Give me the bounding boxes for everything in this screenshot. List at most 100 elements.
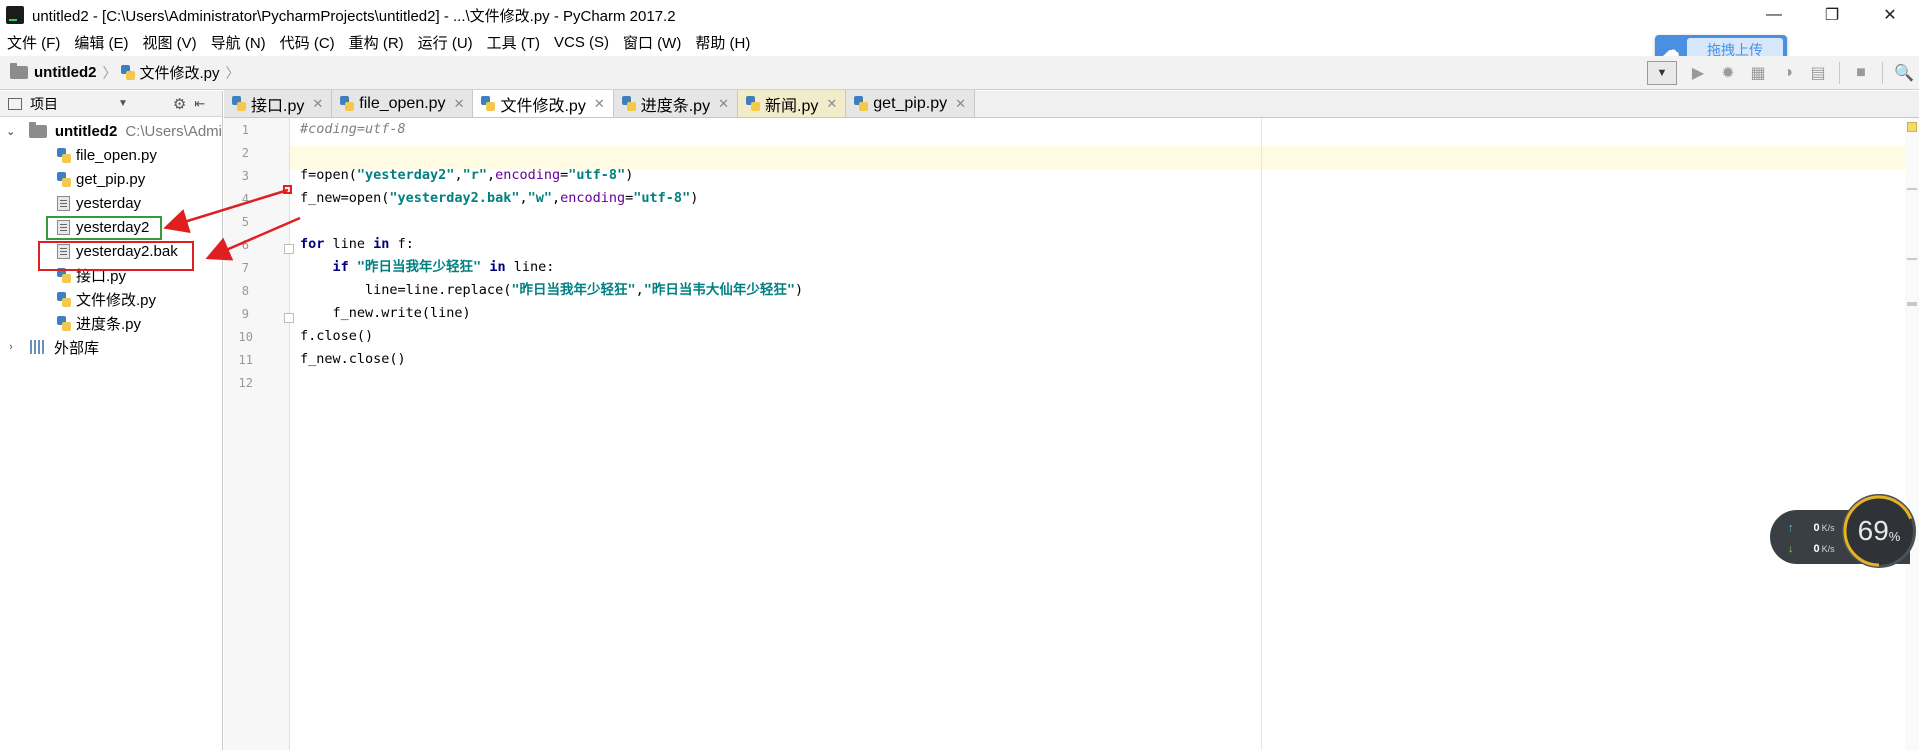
chevron-down-icon[interactable]: ▼ (118, 98, 128, 109)
close-icon[interactable]: ✕ (594, 96, 605, 112)
tab-label: 接口.py (251, 97, 305, 115)
tree-root-untitled2[interactable]: ⌄ untitled2 C:\Users\Admi (0, 119, 222, 143)
tab-file-open[interactable]: file_open.py ✕ (332, 90, 474, 117)
python-file-icon (340, 96, 355, 111)
close-button[interactable]: ✕ (1861, 0, 1919, 30)
stripe-marker[interactable] (1907, 258, 1917, 260)
search-button[interactable]: 🔍 (1889, 59, 1919, 87)
python-file-icon (120, 65, 135, 80)
profile-icon: ◑ (1783, 64, 1793, 81)
line-number: 9 (241, 307, 249, 321)
tree-item-wenjianxiugai[interactable]: 文件修改.py (0, 287, 222, 311)
coverage-button[interactable]: ▦ (1743, 59, 1773, 87)
tab-jiekou[interactable]: 接口.py ✕ (224, 90, 333, 117)
error-stripe[interactable] (1905, 118, 1919, 750)
menu-window[interactable]: 窗口 (W) (616, 32, 688, 53)
menu-view[interactable]: 视图 (V) (136, 32, 204, 53)
coverage-icon: ▦ (1750, 65, 1766, 82)
code-line-3: f=open("yesterday2","r",encoding="utf-8"… (300, 164, 633, 187)
menu-tools[interactable]: 工具 (T) (480, 32, 547, 53)
download-speed: ↓ 0 K/s (1788, 543, 1835, 555)
play-icon: ▶ (1691, 65, 1705, 82)
line-number: 7 (241, 261, 249, 275)
run-button[interactable]: ▶ (1683, 59, 1713, 87)
python-file-icon (621, 96, 636, 111)
arrow-down-icon: ↓ (1788, 543, 1794, 555)
code-text: f.close() (300, 328, 374, 344)
concurrency-button[interactable]: ▤ (1803, 59, 1833, 87)
menu-navigate[interactable]: 导航 (N) (204, 32, 273, 53)
stripe-marker[interactable] (1907, 304, 1917, 306)
tree-item-yesterday[interactable]: yesterday (0, 191, 222, 215)
line-number: 8 (241, 284, 249, 298)
menu-bar: 文件 (F) 编辑 (E) 视图 (V) 导航 (N) 代码 (C) 重构 (R… (0, 30, 1919, 55)
line-number: 4 (241, 192, 249, 206)
close-icon[interactable]: ✕ (454, 96, 465, 112)
code-text: f_new=open("yesterday2.bak","w",encoding… (300, 190, 699, 206)
minimize-button[interactable]: — (1745, 0, 1803, 30)
maximize-button[interactable]: ❐ (1803, 0, 1861, 30)
code-line-7: if "昨日当我年少轻狂" in line: (300, 256, 555, 279)
tab-label: 文件修改.py (500, 97, 586, 115)
tree-item-get-pip[interactable]: get_pip.py (0, 167, 222, 191)
code-text: f=open("yesterday2","r",encoding="utf-8"… (300, 167, 634, 183)
line-number: 2 (241, 146, 249, 160)
line-number: 5 (241, 215, 249, 229)
code-line-6: for line in f: (300, 233, 414, 256)
inspection-status-icon[interactable] (1907, 122, 1917, 132)
close-icon[interactable]: ✕ (955, 96, 966, 112)
menu-run[interactable]: 运行 (U) (411, 32, 480, 53)
toolbar-divider (1839, 62, 1840, 84)
stripe-marker[interactable] (1907, 188, 1917, 190)
code-text: #coding=utf-8 (300, 121, 406, 137)
stop-button[interactable]: ■ (1846, 59, 1876, 87)
gear-icon[interactable]: ⚙ (173, 95, 186, 113)
code-editor[interactable]: 1 2 3 4 5 6 7 8 9 10 11 12 #coding=utf-8… (224, 118, 1919, 750)
project-panel-title[interactable]: 项目 (30, 94, 58, 114)
python-file-icon (57, 315, 71, 331)
python-file-icon (57, 171, 71, 187)
tree-item-file-open[interactable]: file_open.py (0, 143, 222, 167)
right-margin-guide (1261, 118, 1262, 750)
tab-get-pip[interactable]: get_pip.py ✕ (846, 90, 976, 117)
stop-icon: ■ (1856, 64, 1866, 81)
menu-help[interactable]: 帮助 (H) (688, 32, 757, 53)
tab-wenjianxiugai[interactable]: 文件修改.py ✕ (473, 90, 614, 117)
breadcrumb-project[interactable]: untitled2 (34, 64, 97, 81)
debug-button[interactable]: ✹ (1713, 59, 1743, 87)
profile-button[interactable]: ◑ (1773, 59, 1803, 87)
tree-item-external-libs[interactable]: › 外部库 (0, 335, 222, 359)
chevron-right-icon[interactable]: › (4, 341, 18, 353)
search-icon: 🔍 (1894, 65, 1914, 82)
download-speed-value: 0 (1813, 543, 1820, 555)
menu-edit[interactable]: 编辑 (E) (67, 32, 135, 53)
tab-jindutiao[interactable]: 进度条.py ✕ (613, 90, 738, 117)
fold-marker-icon[interactable] (284, 244, 294, 254)
chevron-down-icon[interactable]: ⌄ (4, 125, 17, 138)
tree-item-label: 文件修改.py (76, 291, 157, 309)
tab-label: get_pip.py (873, 94, 948, 112)
highlight-box-green (46, 216, 162, 240)
pycharm-logo-icon (6, 6, 24, 24)
breadcrumb-file[interactable]: 文件修改.py (140, 62, 220, 83)
menu-refactor[interactable]: 重构 (R) (342, 32, 411, 53)
line-number: 11 (238, 353, 253, 367)
line-number: 3 (241, 169, 249, 183)
menu-code[interactable]: 代码 (C) (273, 32, 342, 53)
close-icon[interactable]: ✕ (826, 96, 837, 112)
window-controls: — ❐ ✕ (1745, 0, 1919, 30)
tab-label: 新闻.py (765, 97, 819, 115)
code-line-9: f_new.write(line) (300, 302, 471, 325)
cpu-value: 69 (1857, 515, 1889, 546)
fold-marker-icon[interactable] (284, 313, 294, 323)
menu-vcs[interactable]: VCS (S) (547, 34, 616, 51)
close-icon[interactable]: ✕ (718, 96, 729, 112)
code-text: for line in f: (300, 236, 414, 252)
tab-xinwen[interactable]: 新闻.py ✕ (738, 90, 847, 117)
tree-item-label: 外部库 (54, 339, 100, 357)
collapse-icon[interactable]: ⇤ (194, 96, 205, 112)
tree-item-jindutiao[interactable]: 进度条.py (0, 311, 222, 335)
close-icon[interactable]: ✕ (312, 96, 323, 112)
menu-file[interactable]: 文件 (F) (0, 32, 67, 53)
run-config-dropdown[interactable]: ▼ (1647, 61, 1677, 85)
